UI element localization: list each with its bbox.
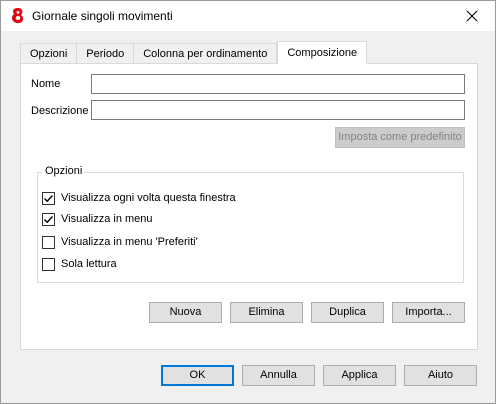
checkbox-box[interactable]: [42, 212, 55, 226]
checkbox-sola-lettura[interactable]: Sola lettura: [42, 257, 117, 271]
tab-panel-composizione: Nome Descrizione Imposta come predefinit…: [20, 63, 478, 350]
imposta-come-predefinito-button[interactable]: Imposta come predefinito: [335, 127, 465, 148]
checkbox-visualizza-in-menu[interactable]: Visualizza in menu: [42, 212, 153, 226]
elimina-button[interactable]: Elimina: [230, 302, 303, 323]
checkbox-visualizza-in-menu-preferiti[interactable]: Visualizza in menu 'Preferiti': [42, 235, 198, 249]
options-group-title: Opzioni: [43, 165, 85, 177]
close-button[interactable]: [449, 1, 495, 31]
checkbox-label: Visualizza in menu 'Preferiti': [61, 236, 198, 248]
tab-bar: Opzioni Periodo Colonna per ordinamento …: [20, 41, 368, 64]
applica-button[interactable]: Applica: [323, 365, 396, 386]
duplica-button[interactable]: Duplica: [311, 302, 384, 323]
annulla-button[interactable]: Annulla: [242, 365, 315, 386]
tab-colonna-per-ordinamento[interactable]: Colonna per ordinamento: [134, 43, 278, 64]
checkbox-label: Visualizza ogni volta questa finestra: [61, 192, 236, 204]
dialog-window: Giornale singoli movimenti Opzioni Perio…: [0, 0, 496, 404]
tab-periodo[interactable]: Periodo: [77, 43, 135, 64]
checkbox-label: Visualizza in menu: [61, 213, 153, 225]
importa-button[interactable]: Importa...: [392, 302, 465, 323]
aiuto-button[interactable]: Aiuto: [404, 365, 477, 386]
nome-field[interactable]: [91, 74, 465, 94]
banana-app-icon: [12, 8, 24, 24]
window-title: Giornale singoli movimenti: [32, 9, 173, 23]
close-icon: [466, 10, 478, 22]
options-groupbox: Opzioni Visualizza ogni volta questa fin…: [37, 165, 464, 283]
title-bar: Giornale singoli movimenti: [1, 1, 495, 31]
checkbox-label: Sola lettura: [61, 258, 117, 270]
checkbox-box[interactable]: [42, 191, 55, 205]
nome-label: Nome: [31, 78, 61, 90]
tab-opzioni[interactable]: Opzioni: [20, 43, 78, 64]
check-icon: [44, 215, 54, 223]
checkbox-box[interactable]: [42, 257, 55, 271]
tab-composizione[interactable]: Composizione: [277, 41, 368, 64]
check-icon: [44, 194, 54, 202]
descrizione-label: Descrizione: [31, 105, 89, 117]
checkbox-visualizza-ogni-volta[interactable]: Visualizza ogni volta questa finestra: [42, 191, 236, 205]
ok-button[interactable]: OK: [161, 365, 234, 386]
nuova-button[interactable]: Nuova: [149, 302, 222, 323]
descrizione-field[interactable]: [91, 100, 465, 120]
checkbox-box[interactable]: [42, 235, 55, 249]
